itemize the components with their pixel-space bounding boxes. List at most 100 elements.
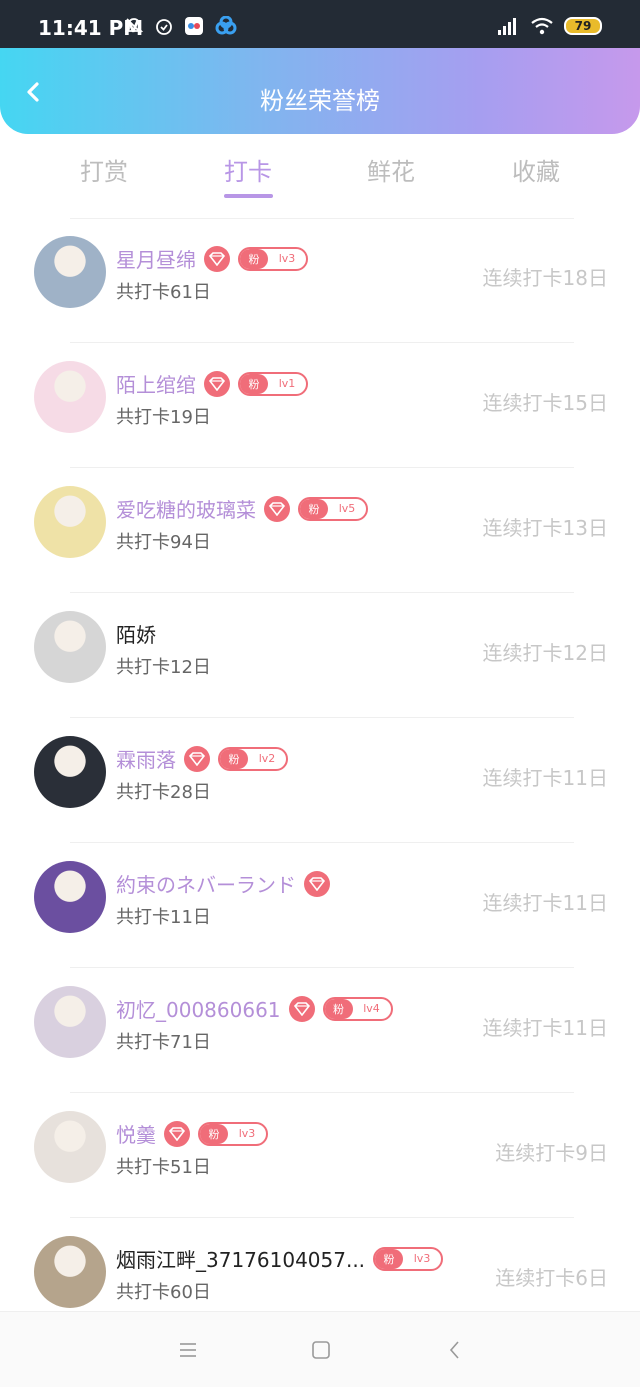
diamond-icon xyxy=(164,1120,190,1147)
total-checkins: 共打卡12日 xyxy=(116,657,211,678)
total-checkins: 共打卡19日 xyxy=(116,407,211,428)
list-item[interactable]: 約束のネバーランド共打卡11日 连续打卡11日 xyxy=(0,843,640,968)
user-name[interactable]: 星月昼绵 xyxy=(116,244,196,273)
user-name[interactable]: 爱吃糖的玻璃菜 xyxy=(116,494,256,523)
fan-level: lv4 xyxy=(363,1002,380,1015)
home-icon[interactable] xyxy=(311,1340,331,1360)
fan-level: lv1 xyxy=(278,377,296,390)
total-checkins: 共打卡28日 xyxy=(116,782,211,803)
checkin-streak: 连续打卡11日 xyxy=(482,766,608,790)
fan-level-badge: 粉 lv3 xyxy=(198,1121,268,1146)
page-title: 粉丝荣誉榜 xyxy=(260,87,380,115)
avatar[interactable] xyxy=(34,1111,106,1183)
mute-bell-icon xyxy=(124,18,144,34)
checkin-streak: 连续打卡9日 xyxy=(495,1141,608,1165)
menu-icon[interactable] xyxy=(178,1340,198,1360)
tab-reward[interactable]: 打赏 xyxy=(54,152,154,187)
fan-level-badge: 粉 lv1 xyxy=(238,371,308,396)
fan-label: 粉 xyxy=(375,1248,404,1269)
list-item[interactable]: 爱吃糖的玻璃菜 粉 lv5 共打卡94日 连续打卡13日 xyxy=(0,468,640,593)
diamond-icon xyxy=(288,995,315,1022)
link-icon xyxy=(215,16,237,35)
wifi-icon xyxy=(531,17,553,35)
user-name[interactable]: 陌上绾绾 xyxy=(116,369,196,398)
name-line: 約束のネバーランド xyxy=(116,869,330,898)
fan-label: 粉 xyxy=(300,498,328,519)
fan-label: 粉 xyxy=(200,1123,228,1144)
battery-level: 79 xyxy=(574,19,592,33)
avatar[interactable] xyxy=(34,486,106,558)
avatar[interactable] xyxy=(34,1236,106,1308)
tab-favorites[interactable]: 收藏 xyxy=(486,152,586,187)
battery-icon: 79 xyxy=(564,17,602,35)
user-name[interactable]: 霖雨落 xyxy=(116,744,176,773)
fan-level-badge: 粉 lv3 xyxy=(373,1246,444,1271)
diamond-icon xyxy=(304,870,330,897)
diamond-icon xyxy=(184,745,210,772)
checkin-streak: 连续打卡13日 xyxy=(482,516,608,540)
total-checkins: 共打卡11日 xyxy=(116,907,211,928)
diamond-icon xyxy=(204,245,230,272)
avatar[interactable] xyxy=(34,611,106,683)
avatar[interactable] xyxy=(34,736,106,808)
fan-level-badge: 粉 lv2 xyxy=(218,746,288,771)
tab-flowers[interactable]: 鲜花 xyxy=(341,152,441,187)
name-line: 烟雨江畔_37176104057... 粉 lv3 xyxy=(116,1244,444,1273)
avatar[interactable] xyxy=(34,361,106,433)
fan-level: lv3 xyxy=(238,1127,256,1140)
name-line: 陌上绾绾 粉 lv1 xyxy=(116,369,308,398)
fan-level: lv5 xyxy=(338,502,356,515)
status-bar: 11:41 PM 79 xyxy=(0,0,640,48)
name-line: 星月昼绵 粉 lv3 xyxy=(116,244,308,273)
checkin-streak: 连续打卡11日 xyxy=(482,891,608,915)
system-nav-bar xyxy=(0,1311,640,1387)
list-item[interactable]: 悦羹 粉 lv3 共打卡51日 连续打卡9日 xyxy=(0,1093,640,1218)
checkin-streak: 连续打卡15日 xyxy=(482,391,608,415)
fan-level-badge: 粉 lv5 xyxy=(298,496,368,521)
alarm-icon xyxy=(156,19,172,35)
user-name[interactable]: 初忆_000860661 xyxy=(116,994,281,1023)
name-line: 悦羹 粉 lv3 xyxy=(116,1119,268,1148)
name-line: 霖雨落 粉 lv2 xyxy=(116,744,288,773)
fan-level: lv2 xyxy=(258,752,276,765)
back-icon[interactable] xyxy=(445,1340,465,1360)
total-checkins: 共打卡51日 xyxy=(116,1157,211,1178)
name-line: 初忆_000860661 粉 lv4 xyxy=(116,994,393,1023)
total-checkins: 共打卡60日 xyxy=(116,1282,211,1303)
status-left-icons xyxy=(124,16,238,36)
user-name[interactable]: 悦羹 xyxy=(116,1119,156,1148)
fan-level-badge: 粉 lv4 xyxy=(322,996,393,1021)
user-name[interactable]: 陌娇 xyxy=(116,619,156,648)
list-item[interactable]: 霖雨落 粉 lv2 共打卡28日 连续打卡11日 xyxy=(0,718,640,843)
total-checkins: 共打卡61日 xyxy=(116,282,211,303)
tab-checkin[interactable]: 打卡 xyxy=(198,152,298,187)
fan-label: 粉 xyxy=(240,248,268,269)
avatar[interactable] xyxy=(34,236,106,308)
app-icon xyxy=(185,17,203,35)
avatar[interactable] xyxy=(34,861,106,933)
list-item[interactable]: 星月昼绵 粉 lv3 共打卡61日 连续打卡18日 xyxy=(0,218,640,343)
user-name[interactable]: 烟雨江畔_37176104057... xyxy=(116,1244,365,1273)
list-item[interactable]: 陌娇 共打卡12日 连续打卡12日 xyxy=(0,593,640,718)
fan-label: 粉 xyxy=(324,998,353,1019)
total-checkins: 共打卡71日 xyxy=(116,1032,211,1053)
name-line: 陌娇 xyxy=(116,619,156,648)
tab-bar: 打赏 打卡 鲜花 收藏 xyxy=(0,152,640,208)
list-item[interactable]: 初忆_000860661 粉 lv4 共打卡71日 连续打卡11日 xyxy=(0,968,640,1093)
checkin-streak: 连续打卡6日 xyxy=(495,1266,608,1290)
total-checkins: 共打卡94日 xyxy=(116,532,211,553)
checkin-streak: 连续打卡18日 xyxy=(482,266,608,290)
status-right-icons: 79 xyxy=(496,16,602,36)
fan-label: 粉 xyxy=(220,748,248,769)
checkin-streak: 连续打卡11日 xyxy=(482,1016,608,1040)
signal-icon xyxy=(498,18,516,35)
tab-indicator xyxy=(224,194,273,198)
list-item[interactable]: 陌上绾绾 粉 lv1 共打卡19日 连续打卡15日 xyxy=(0,343,640,468)
header: 粉丝荣誉榜 xyxy=(0,48,640,134)
fan-level: lv3 xyxy=(413,1252,431,1265)
diamond-icon xyxy=(264,495,290,522)
diamond-icon xyxy=(204,370,230,397)
user-name[interactable]: 約束のネバーランド xyxy=(116,869,296,898)
avatar[interactable] xyxy=(34,986,106,1058)
fan-list: 星月昼绵粉 lv3 共打卡61日 连续打卡18日 陌上绾绾粉 lv1 共打卡19日 连续打卡1… xyxy=(0,218,640,1343)
